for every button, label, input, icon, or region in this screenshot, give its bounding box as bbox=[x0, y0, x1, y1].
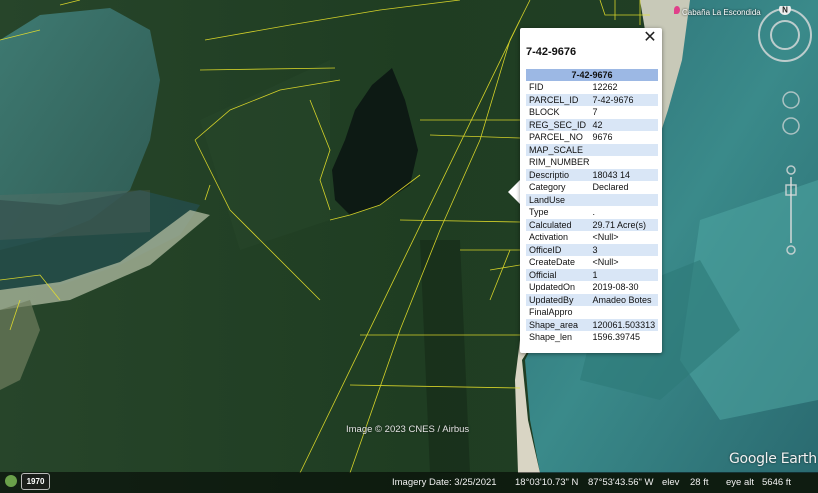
attribute-key: Type bbox=[529, 207, 549, 217]
eye-alt-label: eye alt bbox=[726, 477, 754, 488]
attribute-key: OfficeID bbox=[526, 243, 590, 256]
attribute-key: Category bbox=[529, 182, 566, 192]
attribute-row: Descriptio 18043 14 bbox=[526, 168, 658, 181]
satellite-map[interactable] bbox=[0, 0, 818, 493]
place-label[interactable]: Cabaña La Escondida bbox=[682, 8, 761, 17]
attribute-value: <Null> bbox=[592, 232, 619, 242]
attribute-table: 7-42-9676 FID 12262 PARCEL_ID 7-42-9676 BLOC… bbox=[526, 69, 658, 344]
attribute-key: FID bbox=[529, 82, 544, 92]
attribute-row: REG_SEC_ID 42 bbox=[526, 118, 658, 131]
attribute-value bbox=[589, 143, 658, 156]
close-icon[interactable]: ✕ bbox=[642, 29, 658, 45]
attribute-row: BLOCK 7 bbox=[526, 106, 658, 119]
google-earth-logo: Google Earth bbox=[729, 451, 817, 467]
attribute-key: Descriptio bbox=[526, 168, 590, 181]
attribute-value: 3 bbox=[589, 243, 658, 256]
attribute-row: UpdatedBy Amadeo Botes bbox=[526, 293, 658, 306]
attribute-value: 9676 bbox=[592, 132, 613, 142]
attribute-row: MAP_SCALE bbox=[526, 143, 658, 156]
attribute-value: 12262 bbox=[592, 82, 618, 92]
attribute-row: Shape_len 1596.39745 bbox=[526, 331, 658, 344]
attribute-key: Activation bbox=[529, 232, 569, 242]
longitude-readout: 87°53'43.56" W bbox=[588, 477, 654, 488]
attribute-key: MAP_SCALE bbox=[526, 143, 590, 156]
attribute-row: Category Declared bbox=[526, 181, 658, 194]
attribute-value bbox=[590, 306, 658, 319]
attribute-table-header: 7-42-9676 bbox=[526, 69, 658, 81]
compass-north-label: N bbox=[782, 6, 788, 15]
parcel-info-popup: ✕ 7-42-9676 7-42-9676 FID 12262 PARCEL_ID 7… bbox=[520, 28, 662, 353]
attribute-row: LandUse bbox=[526, 193, 658, 206]
attribute-key: RIM_NUMBER bbox=[529, 157, 590, 167]
location-pin-icon[interactable] bbox=[674, 6, 680, 14]
attribute-row: OfficeID 3 bbox=[526, 243, 658, 256]
attribute-value: 7-42-9676 bbox=[589, 93, 658, 106]
attribute-value bbox=[590, 156, 658, 169]
imagery-date: Imagery Date: 3/25/2021 bbox=[392, 477, 497, 488]
imagery-credit: Image © 2023 CNES / Airbus bbox=[346, 424, 470, 435]
attribute-key: PARCEL_NO bbox=[529, 132, 583, 142]
attribute-value: Amadeo Botes bbox=[589, 293, 658, 306]
attribute-key: Official bbox=[526, 268, 590, 281]
attribute-key: CreateDate bbox=[529, 257, 576, 267]
attribute-key: FinalAppro bbox=[529, 307, 573, 317]
attribute-row: Calculated 29.71 Acre(s) bbox=[526, 218, 658, 231]
attribute-value: 1 bbox=[589, 268, 658, 281]
elev-label: elev bbox=[662, 477, 680, 488]
attribute-value: Declared bbox=[592, 182, 629, 192]
attribute-value: 1596.39745 bbox=[592, 332, 641, 342]
attribute-row: PARCEL_NO 9676 bbox=[526, 131, 658, 144]
attribute-key: Shape_area bbox=[526, 318, 590, 331]
attribute-key: REG_SEC_ID bbox=[526, 118, 590, 131]
attribute-key: Calculated bbox=[526, 218, 590, 231]
latitude-readout: 18°03'10.73" N bbox=[515, 477, 579, 488]
historical-imagery-icon[interactable] bbox=[5, 475, 17, 487]
attribute-key: UpdatedBy bbox=[526, 293, 590, 306]
attribute-key: UpdatedOn bbox=[529, 282, 576, 292]
elev-value: 28 ft bbox=[690, 477, 709, 488]
attribute-value: 120061.503313 bbox=[589, 318, 658, 331]
attribute-row: Shape_area 120061.503313 bbox=[526, 318, 658, 331]
popup-pointer bbox=[508, 180, 520, 204]
attribute-row: RIM_NUMBER bbox=[526, 156, 658, 169]
attribute-row: Activation <Null> bbox=[526, 231, 658, 244]
attribute-row: Official 1 bbox=[526, 268, 658, 281]
zoom-slider[interactable] bbox=[780, 165, 802, 255]
attribute-value: 29.71 Acre(s) bbox=[589, 218, 658, 231]
attribute-value: 18043 14 bbox=[589, 168, 658, 181]
attribute-value: . bbox=[592, 207, 596, 217]
attribute-key: Shape_len bbox=[529, 332, 573, 342]
attribute-key: PARCEL_ID bbox=[526, 93, 590, 106]
attribute-row: PARCEL_ID 7-42-9676 bbox=[526, 93, 658, 106]
attribute-value: 42 bbox=[589, 118, 658, 131]
attribute-row: UpdatedOn 2019-08-30 bbox=[526, 281, 658, 294]
attribute-row: Type. bbox=[526, 206, 658, 219]
attribute-value: <Null> bbox=[592, 257, 619, 267]
attribute-key: LandUse bbox=[526, 193, 590, 206]
status-bar: Imagery Date: 3/25/2021 18°03'10.73" N 8… bbox=[0, 472, 818, 493]
attribute-row: CreateDate <Null> bbox=[526, 256, 658, 269]
attribute-value bbox=[589, 193, 658, 206]
navigation-compass[interactable]: N bbox=[756, 6, 814, 64]
attribute-key: BLOCK bbox=[529, 107, 560, 117]
attribute-row: FinalAppro bbox=[526, 306, 658, 319]
attribute-row: FID 12262 bbox=[526, 81, 658, 94]
popup-title: 7-42-9676 bbox=[526, 46, 577, 58]
pan-control[interactable] bbox=[781, 90, 801, 140]
eye-alt-value: 5646 ft bbox=[762, 477, 792, 488]
attribute-value: 7 bbox=[592, 107, 598, 117]
year-badge[interactable]: 1970 bbox=[21, 473, 50, 490]
attribute-value: 2019-08-30 bbox=[592, 282, 639, 292]
